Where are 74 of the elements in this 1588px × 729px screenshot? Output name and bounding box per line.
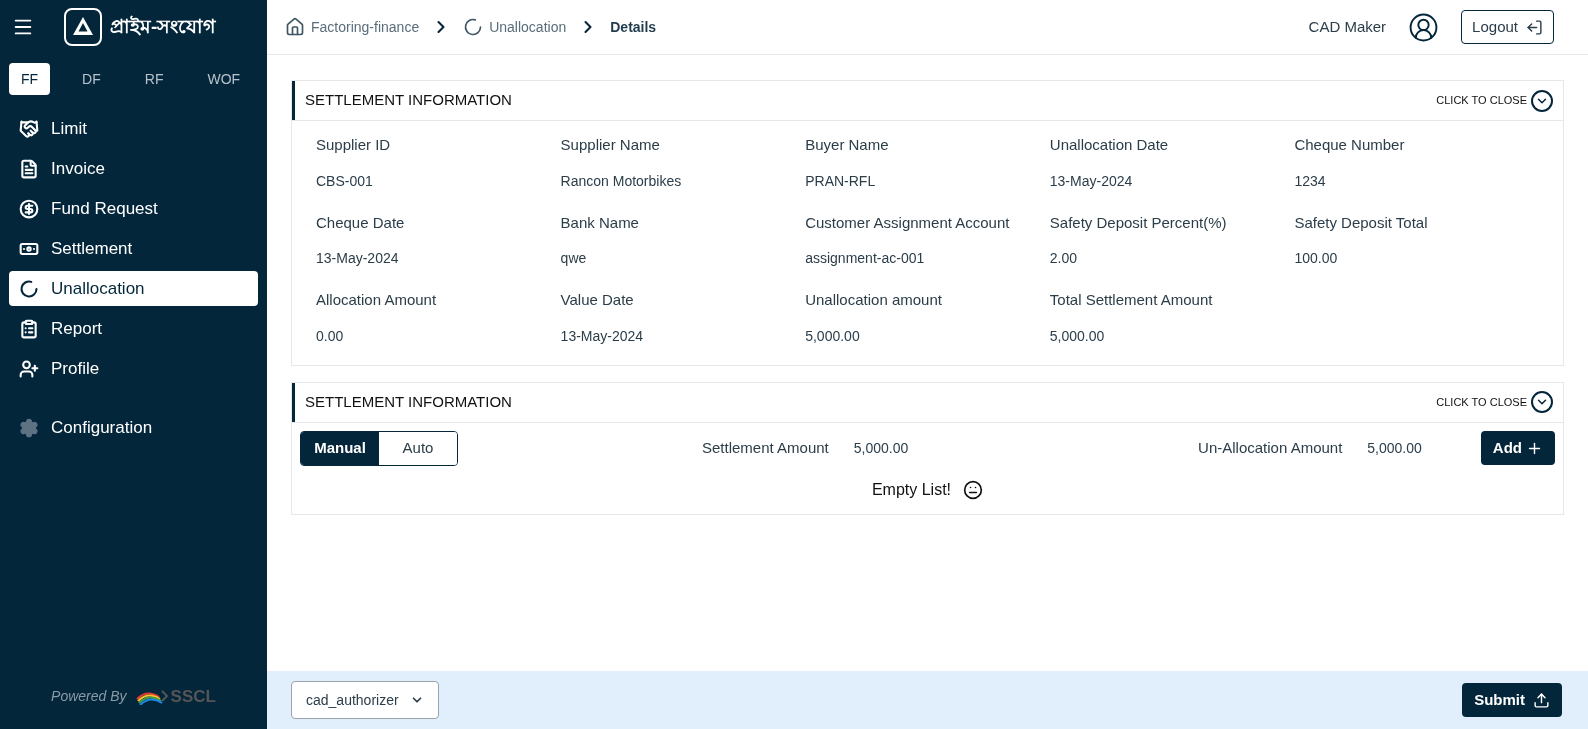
user-plus-icon (19, 358, 39, 379)
upload-icon (1533, 691, 1550, 709)
field-value: qwe (560, 249, 588, 268)
field-value: 2.00 (1049, 249, 1079, 268)
field-label: Supplier Name (560, 135, 661, 155)
field-label: Unallocation Date (1049, 135, 1170, 155)
field-value: 5,000.00 (1049, 326, 1106, 346)
brand-name: প্রাইম-সংযোগ (110, 14, 216, 39)
nav-item[interactable]: Invoice (9, 151, 258, 186)
ring-icon (19, 278, 39, 299)
field-label: Supplier ID (316, 135, 392, 155)
add-button[interactable]: Add (1480, 431, 1555, 465)
module-tab[interactable]: WOF (195, 63, 253, 95)
module-tab[interactable]: DF (70, 63, 113, 95)
settings-icon (19, 417, 39, 438)
mode-option[interactable]: Manual (301, 431, 379, 465)
dollar-icon (19, 198, 39, 219)
handshake-icon (19, 118, 39, 139)
user-avatar-icon[interactable] (1408, 11, 1440, 43)
amount-value: 5,000.00 (853, 438, 909, 458)
field-label: Safety Deposit Percent(%) (1049, 212, 1228, 233)
logout-button[interactable]: Logout (1461, 10, 1554, 44)
field-value: CBS-001 (316, 171, 374, 191)
submit-button[interactable]: Submit (1462, 683, 1562, 717)
breadcrumb-link[interactable]: Unallocation (463, 16, 567, 38)
field-label: Allocation Amount (316, 290, 438, 310)
ring-icon (463, 17, 484, 37)
amount-label: Settlement Amount (702, 437, 829, 458)
nav-item[interactable]: Configuration (9, 410, 258, 445)
field-value: 1234 (1294, 171, 1327, 191)
neutral-face-icon (963, 479, 984, 500)
section-title: SETTLEMENT INFORMATION (292, 382, 512, 422)
field-label: Cheque Date (316, 212, 406, 233)
user-name: CAD Maker (1308, 16, 1387, 37)
home-icon (285, 17, 305, 37)
section-title: SETTLEMENT INFORMATION (292, 81, 512, 120)
field-label: Unallocation amount (805, 290, 943, 310)
field-label: Cheque Number (1294, 135, 1406, 155)
module-tab[interactable]: FF (9, 63, 51, 95)
field-value: assignment-ac-001 (805, 249, 926, 268)
nav-item[interactable]: Report (9, 311, 258, 346)
field-value: 13-May-2024 (316, 249, 400, 268)
field-value: 13-May-2024 (1049, 171, 1134, 191)
empty-list-message: Empty List! (871, 479, 952, 500)
logout-icon (1526, 18, 1543, 36)
close-toggle[interactable]: CLICK TO CLOSE (1436, 391, 1553, 413)
powered-by-text: Powered By (51, 686, 127, 706)
module-tab[interactable]: RF (132, 63, 176, 95)
amount-value: 5,000.00 (1367, 438, 1422, 458)
field-value: Rancon Motorbikes (560, 171, 683, 191)
field-label: Safety Deposit Total (1294, 212, 1429, 233)
nav-item[interactable]: Profile (9, 351, 258, 386)
role-select[interactable]: cad_authorizer (291, 681, 439, 719)
field-label: Buyer Name (805, 135, 890, 155)
nav-item[interactable]: Fund Request (9, 191, 258, 226)
nav-item[interactable]: Unallocation (9, 271, 258, 306)
nav-item[interactable]: Settlement (9, 231, 258, 266)
field-value: PRAN-RFL (805, 171, 877, 191)
nav-item[interactable]: Limit (9, 111, 258, 146)
field-label: Value Date (560, 290, 635, 310)
amount-label: Un-Allocation Amount (1198, 437, 1343, 458)
breadcrumb-link[interactable]: Factoring-finance (285, 16, 420, 38)
field-value: 100.00 (1294, 249, 1339, 268)
document-icon (19, 158, 39, 179)
field-label: Customer Assignment Account (805, 212, 1011, 233)
field-label: Total Settlement Amount (1049, 290, 1214, 310)
logo-icon (64, 8, 102, 46)
field-value: 13-May-2024 (560, 326, 645, 346)
field-label: Bank Name (560, 212, 640, 233)
vendor-logo: SSCL (134, 683, 216, 709)
close-toggle[interactable]: CLICK TO CLOSE (1436, 89, 1553, 112)
field-value: 0.00 (316, 326, 345, 346)
field-value: 5,000.00 (805, 326, 861, 346)
clipboard-icon (19, 318, 39, 339)
